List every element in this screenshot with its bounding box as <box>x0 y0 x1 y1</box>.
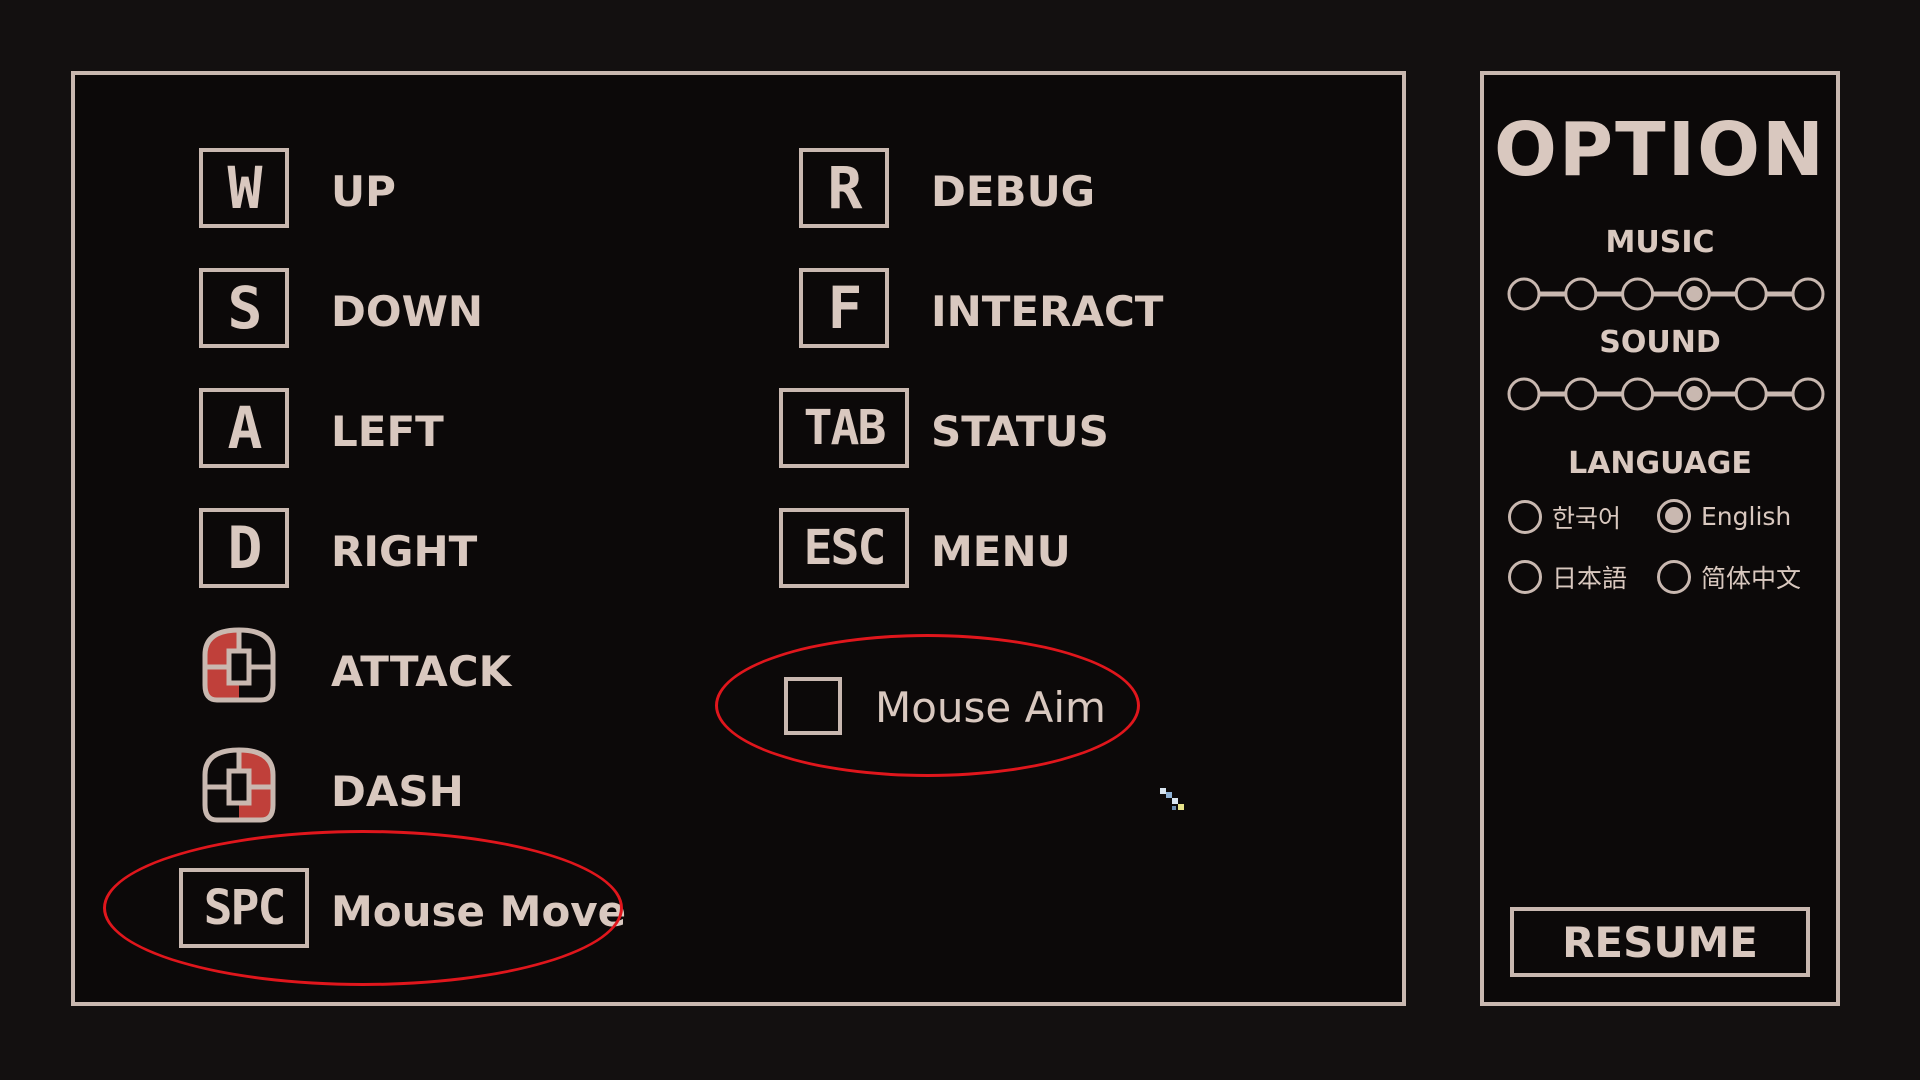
radio-button[interactable] <box>1657 499 1691 533</box>
mouse-aim-checkbox[interactable] <box>784 677 842 735</box>
cursor-icon <box>1160 788 1184 810</box>
action-menu: MENU <box>931 527 1071 576</box>
radio-button[interactable] <box>1508 560 1542 594</box>
sound-volume-step-2[interactable] <box>1564 377 1598 411</box>
sound-volume-step-5[interactable] <box>1734 377 1768 411</box>
game-options-screen: W UP S DOWN A LEFT D RIGHT ATTACK DASH S… <box>0 0 1920 1080</box>
radio-selected-dot <box>1665 507 1683 525</box>
key-d: D <box>199 508 289 588</box>
mouse-left-click-icon <box>202 627 276 703</box>
sound-volume-step-6[interactable] <box>1791 377 1825 411</box>
action-down: DOWN <box>331 287 484 336</box>
sound-volume-slider[interactable] <box>1506 374 1826 414</box>
key-w: W <box>199 148 289 228</box>
language-option-english[interactable]: English <box>1657 499 1791 533</box>
music-volume-selected-marker <box>1686 286 1703 302</box>
music-volume-slider[interactable] <box>1506 274 1826 314</box>
controls-panel: W UP S DOWN A LEFT D RIGHT ATTACK DASH S… <box>71 71 1406 1006</box>
language-option-label: 한국어 <box>1552 504 1622 533</box>
key-esc: ESC <box>779 508 909 588</box>
music-label: MUSIC <box>1605 225 1715 260</box>
action-up: UP <box>331 167 396 216</box>
language-option-chinese[interactable]: 简体中文 <box>1657 559 1801 595</box>
key-r: R <box>799 148 889 228</box>
music-volume-step-1[interactable] <box>1507 277 1541 311</box>
language-option-korean[interactable]: 한국어 <box>1508 499 1621 535</box>
language-option-japanese[interactable]: 日本語 <box>1508 559 1627 595</box>
radio-button[interactable] <box>1657 560 1691 594</box>
key-tab: TAB <box>779 388 909 468</box>
language-label: LANGUAGE <box>1568 446 1752 481</box>
radio-button[interactable] <box>1508 500 1542 534</box>
action-left: LEFT <box>331 407 444 456</box>
key-f: F <box>799 268 889 348</box>
mouse-aim-label[interactable]: Mouse Aim <box>875 687 1106 729</box>
action-mouse-move: Mouse Move <box>331 887 627 936</box>
option-panel: OPTION MUSIC SOUND LANGUAGE 한국어 English … <box>1480 71 1840 1006</box>
key-a: A <box>199 388 289 468</box>
language-option-label: 日本語 <box>1552 564 1628 593</box>
key-s: S <box>199 268 289 348</box>
resume-button[interactable]: RESUME <box>1510 907 1810 977</box>
sound-volume-step-1[interactable] <box>1507 377 1541 411</box>
sound-label: SOUND <box>1599 325 1721 360</box>
music-volume-step-5[interactable] <box>1734 277 1768 311</box>
sound-volume-step-3[interactable] <box>1621 377 1655 411</box>
action-dash: DASH <box>331 767 464 816</box>
music-volume-step-2[interactable] <box>1564 277 1598 311</box>
option-title: OPTION <box>1494 107 1826 193</box>
mouse-right-click-icon <box>202 747 276 823</box>
language-option-label: English <box>1701 501 1792 531</box>
music-volume-step-6[interactable] <box>1791 277 1825 311</box>
action-right: RIGHT <box>331 527 478 576</box>
action-attack: ATTACK <box>331 647 512 696</box>
sound-volume-selected-marker <box>1686 386 1703 402</box>
language-option-label: 简体中文 <box>1701 564 1802 593</box>
action-status: STATUS <box>931 407 1109 456</box>
music-volume-step-3[interactable] <box>1621 277 1655 311</box>
action-debug: DEBUG <box>931 167 1096 216</box>
action-interact: INTERACT <box>931 287 1164 336</box>
key-space: SPC <box>179 868 309 948</box>
